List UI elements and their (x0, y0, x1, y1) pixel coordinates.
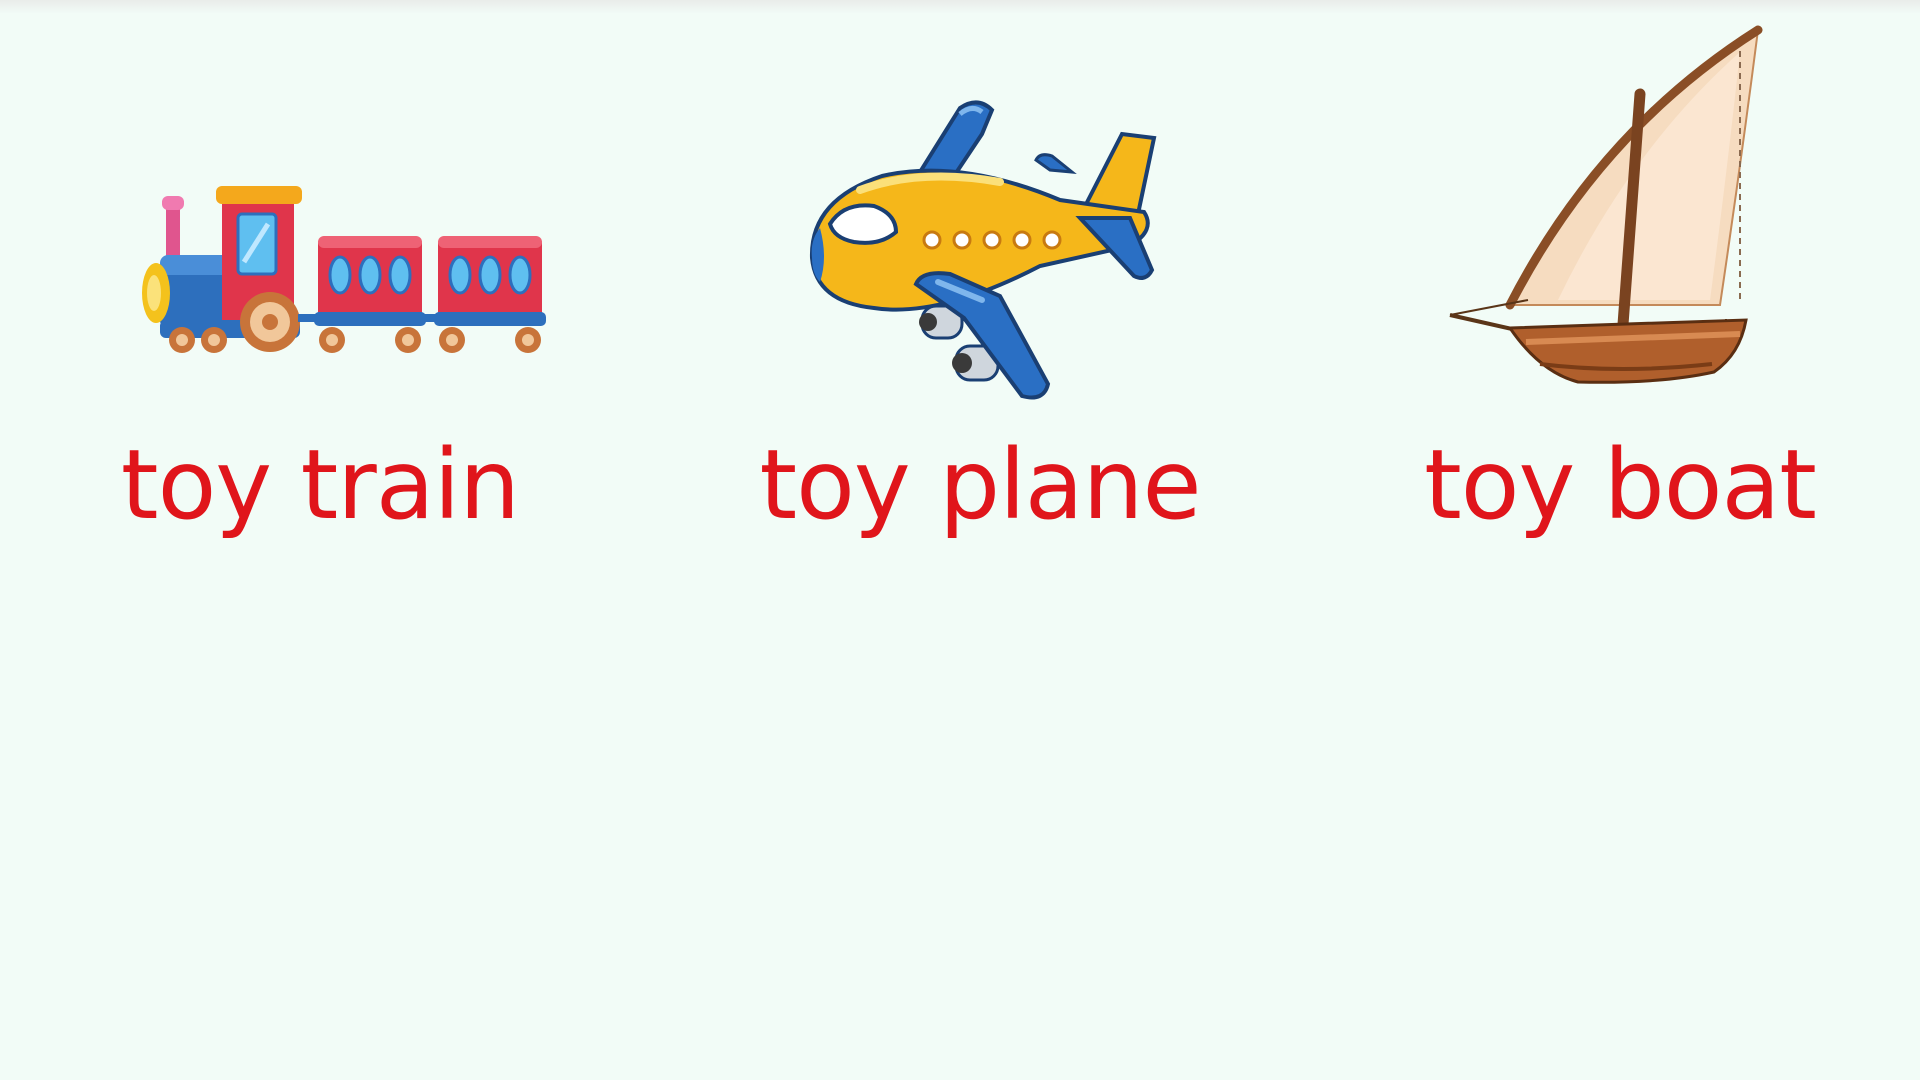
card-toy-train: toy train (0, 0, 640, 600)
card-toy-boat: toy boat (1300, 0, 1920, 600)
label-toy-plane: toy plane (759, 429, 1201, 541)
card-toy-plane: toy plane (660, 0, 1300, 600)
label-toy-boat: toy boat (1424, 429, 1817, 541)
flashcard-page: toy train toy plane toy boat (0, 0, 1920, 1080)
toy-boat-icon (1449, 25, 1763, 384)
toy-plane-icon (809, 100, 1157, 400)
toy-train-icon (142, 186, 546, 353)
label-toy-train: toy train (120, 429, 520, 541)
